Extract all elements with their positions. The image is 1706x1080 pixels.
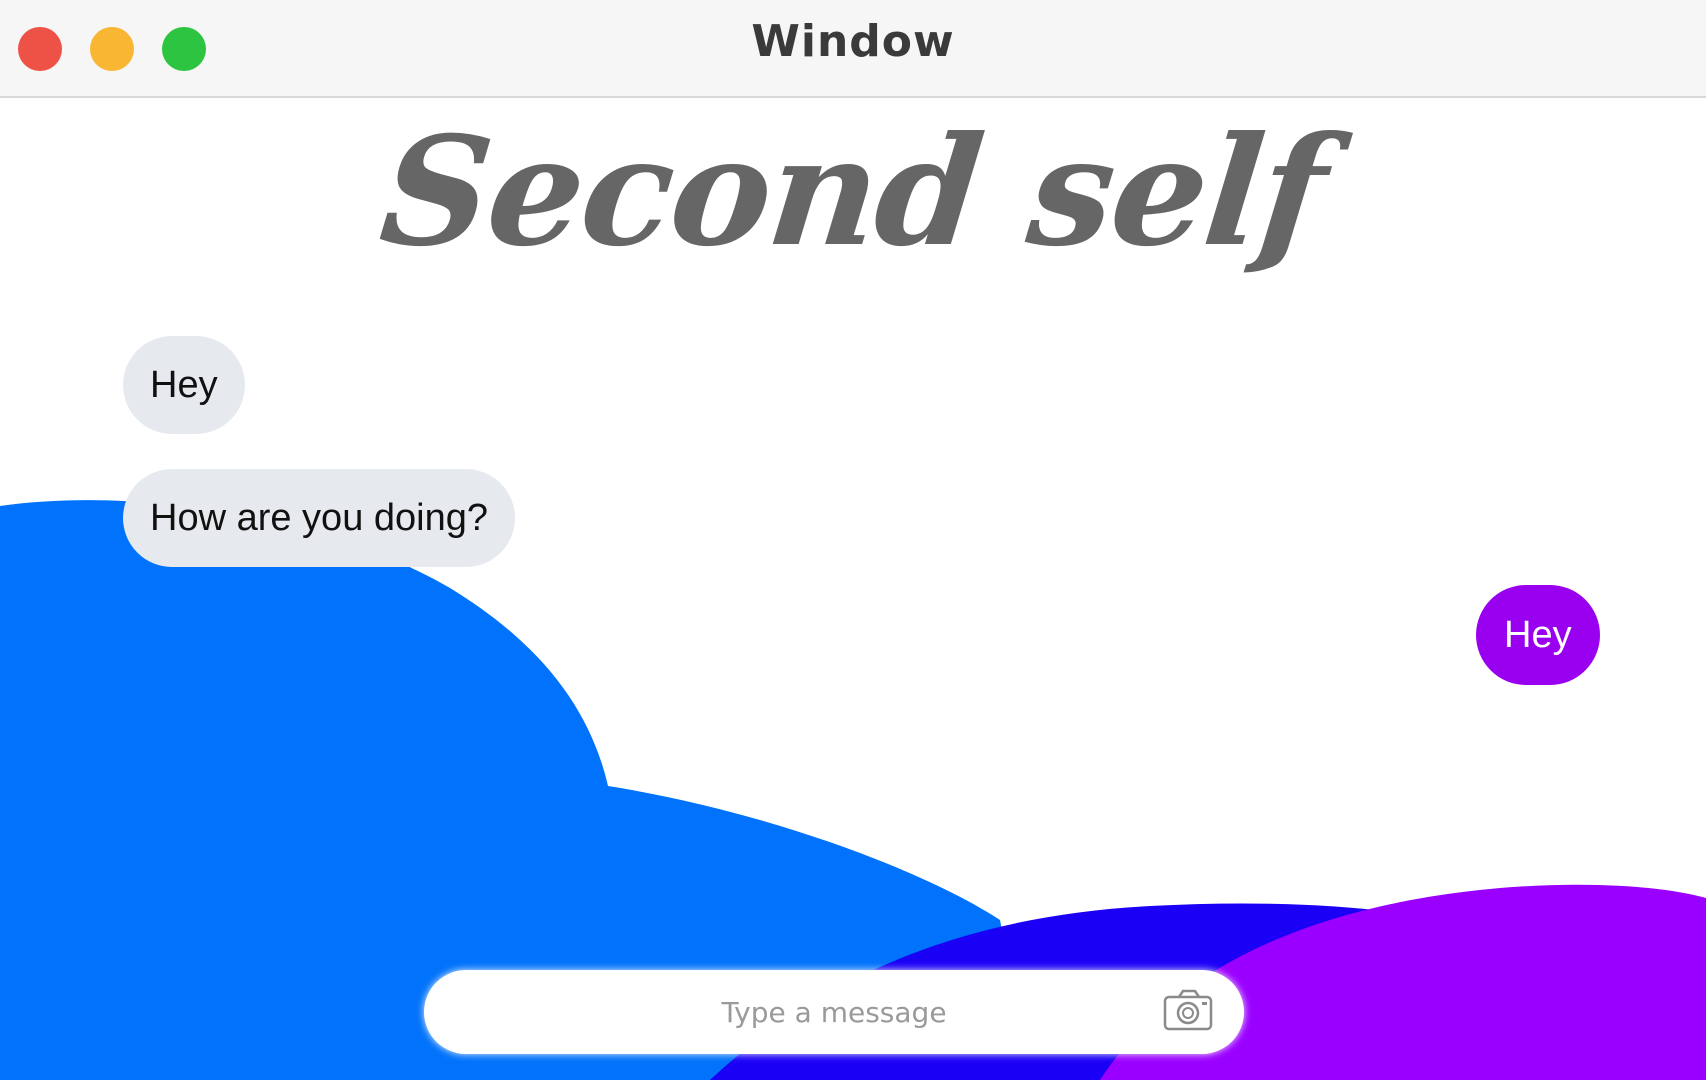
camera-button[interactable] (1162, 988, 1216, 1034)
window-title: Window (751, 16, 955, 67)
app-title: Second self (373, 104, 1333, 280)
message-bubble-incoming: How are you doing? (123, 469, 515, 567)
chat-view: Second self Hey How are you doing? Hey (0, 98, 1706, 1080)
message-bubble-outgoing: Hey (1476, 585, 1600, 685)
message-bubble-incoming: Hey (123, 336, 245, 434)
camera-icon (1163, 989, 1213, 1031)
message-input[interactable] (424, 970, 1244, 1054)
message-composer (424, 970, 1244, 1054)
app-window: Window Second self Hey How are you doing… (0, 0, 1706, 1080)
title-bar: Window (0, 0, 1706, 98)
